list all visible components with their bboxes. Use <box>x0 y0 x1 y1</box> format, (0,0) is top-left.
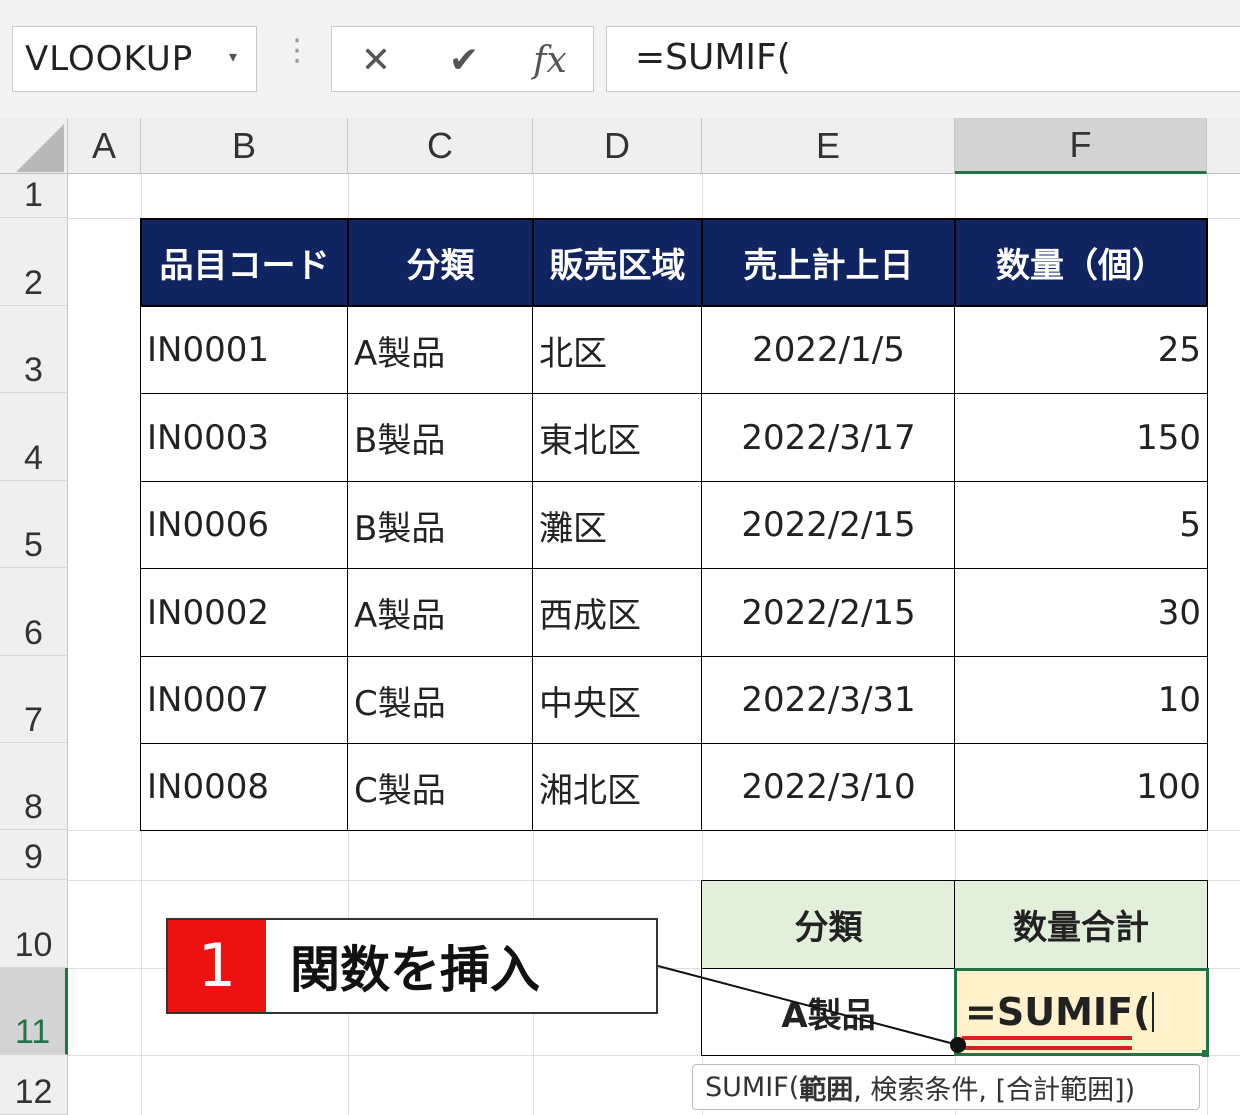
table-cell[interactable]: 25 <box>954 306 1208 394</box>
table-cell[interactable]: IN0003 <box>140 393 349 482</box>
table-header-date[interactable]: 売上計上日 <box>701 218 956 307</box>
row-header-3[interactable]: 3 <box>0 306 68 393</box>
step-number: 1 <box>168 920 266 1012</box>
row-header-8[interactable]: 8 <box>0 743 68 830</box>
table-cell[interactable]: 5 <box>954 481 1208 569</box>
tooltip-bold-arg[interactable]: 範囲 <box>799 1068 853 1107</box>
row-header-5[interactable]: 5 <box>0 481 68 568</box>
chevron-down-icon[interactable]: ▾ <box>229 47 237 66</box>
active-cell-formula: =SUMIF( <box>965 990 1151 1034</box>
table-cell[interactable]: 湘北区 <box>532 743 703 831</box>
tooltip-prefix: SUMIF( <box>705 1071 800 1103</box>
table-cell[interactable]: 2022/3/10 <box>701 743 956 831</box>
formula-text: =SUMIF( <box>635 37 791 78</box>
table-cell[interactable]: B製品 <box>347 481 534 569</box>
fill-handle[interactable] <box>1202 1050 1209 1057</box>
function-tooltip: SUMIF(範囲, 検索条件, [合計範囲]) <box>692 1064 1200 1110</box>
table-cell[interactable]: 中央区 <box>532 656 703 744</box>
column-header-b[interactable]: B <box>141 118 348 174</box>
table-cell[interactable]: 30 <box>954 568 1208 657</box>
row-header-4[interactable]: 4 <box>0 393 68 481</box>
formula-buttons: ✕ ✔ fx <box>331 26 594 92</box>
row-header-12[interactable]: 12 <box>0 1055 68 1115</box>
table-cell[interactable]: C製品 <box>347 743 534 831</box>
table-cell[interactable]: IN0008 <box>140 743 349 831</box>
table-cell[interactable]: IN0006 <box>140 481 349 569</box>
table-cell[interactable]: B製品 <box>347 393 534 482</box>
table-cell[interactable]: IN0007 <box>140 656 349 744</box>
table-cell[interactable]: IN0002 <box>140 568 349 657</box>
underline-mark <box>962 1036 1132 1040</box>
drag-handle-icon[interactable]: ⋮ <box>282 36 312 66</box>
row-header-2[interactable]: 2 <box>0 218 68 306</box>
column-header-a[interactable]: A <box>68 118 141 174</box>
row-header-1[interactable]: 1 <box>0 174 68 218</box>
table-cell[interactable]: 2022/2/15 <box>701 568 956 657</box>
summary-category-cell[interactable]: A製品 <box>701 968 956 1056</box>
row-header-11[interactable]: 11 <box>0 968 68 1055</box>
table-cell[interactable]: 2022/2/15 <box>701 481 956 569</box>
active-cell-f11[interactable]: =SUMIF( <box>954 968 1209 1056</box>
table-cell[interactable]: 北区 <box>532 306 703 394</box>
table-cell[interactable]: A製品 <box>347 568 534 657</box>
table-cell[interactable]: C製品 <box>347 656 534 744</box>
table-cell[interactable]: 西成区 <box>532 568 703 657</box>
table-header-category[interactable]: 分類 <box>347 218 534 307</box>
table-cell[interactable]: 東北区 <box>532 393 703 482</box>
table-cell[interactable]: 2022/1/5 <box>701 306 956 394</box>
table-cell[interactable]: IN0001 <box>140 306 349 394</box>
step-text: 関数を挿入 <box>290 941 540 999</box>
table-cell[interactable]: 灘区 <box>532 481 703 569</box>
table-cell[interactable]: 100 <box>954 743 1208 831</box>
table-cell[interactable]: 150 <box>954 393 1208 482</box>
column-header-c[interactable]: C <box>348 118 533 174</box>
insert-function-icon[interactable]: fx <box>522 35 578 85</box>
table-header-region[interactable]: 販売区域 <box>532 218 703 307</box>
column-header-d[interactable]: D <box>533 118 702 174</box>
underline-mark <box>962 1046 1132 1050</box>
table-cell[interactable]: 10 <box>954 656 1208 744</box>
text-cursor <box>1152 992 1155 1032</box>
formula-input[interactable]: =SUMIF( <box>606 26 1240 92</box>
tooltip-rest: , 検索条件, [合計範囲]) <box>853 1074 1136 1106</box>
summary-header-category[interactable]: 分類 <box>701 880 956 969</box>
table-header-quantity[interactable]: 数量（個） <box>954 218 1208 307</box>
row-header-6[interactable]: 6 <box>0 568 68 656</box>
summary-header-total[interactable]: 数量合計 <box>954 880 1208 969</box>
table-cell[interactable]: A製品 <box>347 306 534 394</box>
select-all-corner[interactable] <box>0 118 68 174</box>
column-header-e[interactable]: E <box>702 118 955 174</box>
name-box-value: VLOOKUP <box>25 39 194 79</box>
name-box[interactable]: VLOOKUP ▾ <box>12 26 257 92</box>
table-cell[interactable]: 2022/3/17 <box>701 393 956 482</box>
enter-icon[interactable]: ✔ <box>436 35 492 85</box>
step-callout: 1 関数を挿入 <box>166 918 658 1014</box>
table-cell[interactable]: 2022/3/31 <box>701 656 956 744</box>
row-header-9[interactable]: 9 <box>0 830 68 880</box>
table-header-item-code[interactable]: 品目コード <box>140 218 349 307</box>
row-header-7[interactable]: 7 <box>0 656 68 743</box>
column-header-f[interactable]: F <box>955 118 1207 174</box>
row-header-10[interactable]: 10 <box>0 880 68 968</box>
cancel-icon[interactable]: ✕ <box>348 35 404 85</box>
